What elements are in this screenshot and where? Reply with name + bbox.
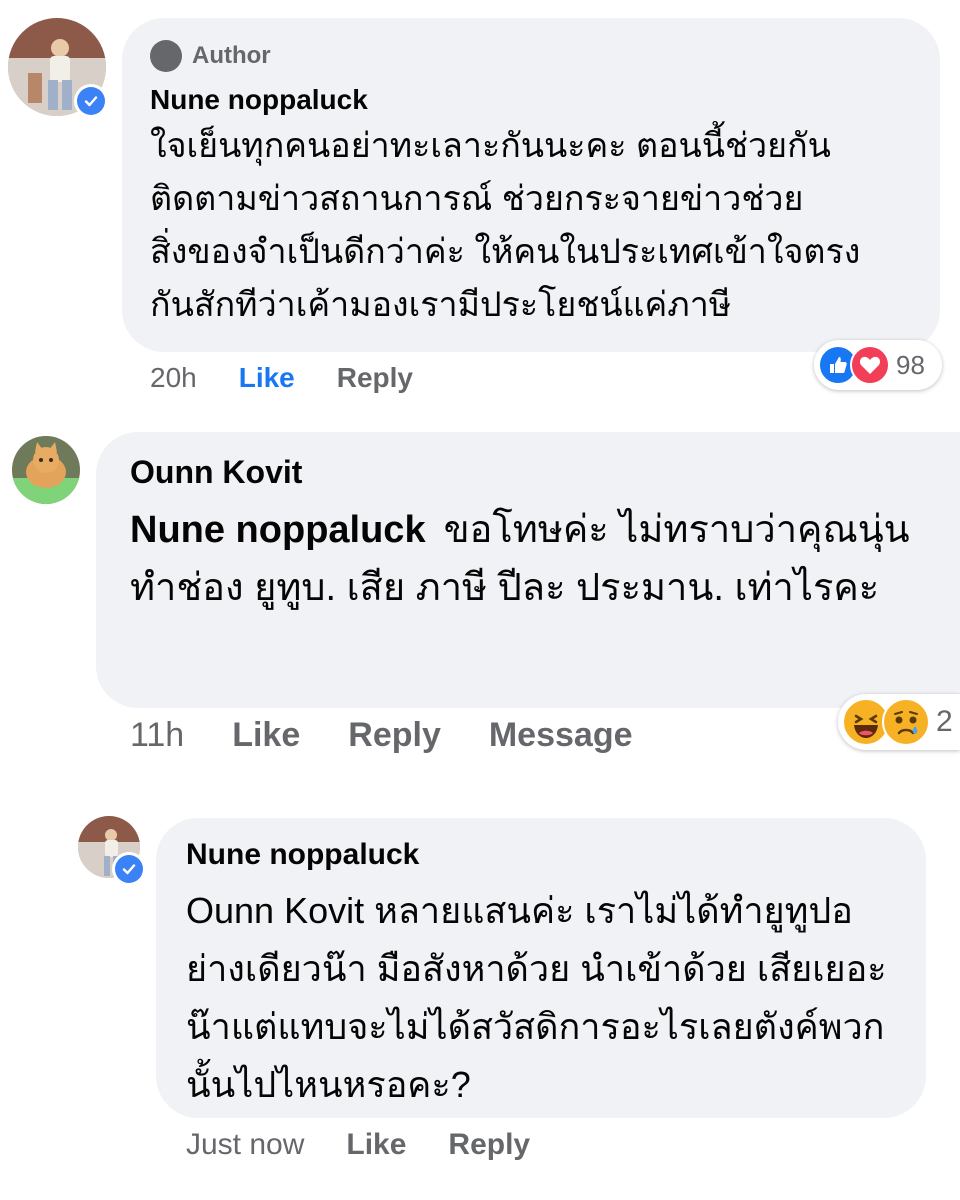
comment-bubble: Ounn Kovit Nune noppaluck ขอโทษค่ะ ไม่ทรา… (96, 432, 960, 708)
reaction-count: 2 (936, 705, 953, 738)
commenter-name[interactable]: Nune noppaluck (186, 838, 906, 872)
comment-text: ใจเย็นทุกคนอย่าทะเลาะกันนะคะ ตอนนี้ช่วยก… (150, 127, 861, 324)
comment-actions: Just now Like Reply (186, 1128, 530, 1162)
mention-link[interactable]: Nune noppaluck (130, 509, 426, 551)
comment-text: Ounn Kovit หลายแสนค่ะ เราไม่ได้ทำยูทูปอย… (186, 890, 887, 1105)
comment-time: Just now (186, 1128, 305, 1161)
love-reaction-icon (850, 345, 890, 385)
author-badge: Author (150, 40, 914, 72)
reaction-summary[interactable]: 98 (814, 340, 942, 390)
comment-bubble: Nune noppaluck Ounn Kovit หลายแสนค่ะ เรา… (156, 818, 926, 1118)
reaction-count: 98 (896, 349, 925, 380)
reply-button[interactable]: Reply (448, 1128, 530, 1162)
author-badge-icon (150, 40, 182, 72)
like-button[interactable]: Like (239, 362, 295, 394)
commenter-name[interactable]: Nune noppaluck (150, 84, 914, 116)
comment-actions: 11h Like Reply Message (130, 716, 633, 755)
like-button[interactable]: Like (232, 716, 300, 755)
avatar-ounn[interactable] (12, 436, 80, 504)
message-button[interactable]: Message (489, 716, 633, 755)
commenter-name[interactable]: Ounn Kovit (130, 454, 940, 491)
comment-time: 11h (130, 716, 185, 754)
author-badge-label: Author (192, 42, 271, 69)
reaction-summary[interactable]: 2 (838, 694, 960, 750)
reply-button[interactable]: Reply (337, 362, 413, 394)
comment-bubble: Author Nune noppaluck ใจเย็นทุกคนอย่าทะเ… (122, 18, 940, 352)
cat-photo (12, 436, 80, 504)
comment-text: Nune noppaluck ขอโทษค่ะ ไม่ทราบว่าคุณนุ่น… (130, 501, 930, 617)
reply-button[interactable]: Reply (348, 716, 441, 755)
verified-badge-icon (112, 852, 146, 886)
verified-badge-icon (74, 84, 108, 118)
comment-actions: 20h Like Reply (150, 362, 413, 394)
sad-reaction-icon (882, 698, 930, 746)
comment-time: 20h (150, 362, 197, 393)
like-button[interactable]: Like (346, 1128, 406, 1162)
